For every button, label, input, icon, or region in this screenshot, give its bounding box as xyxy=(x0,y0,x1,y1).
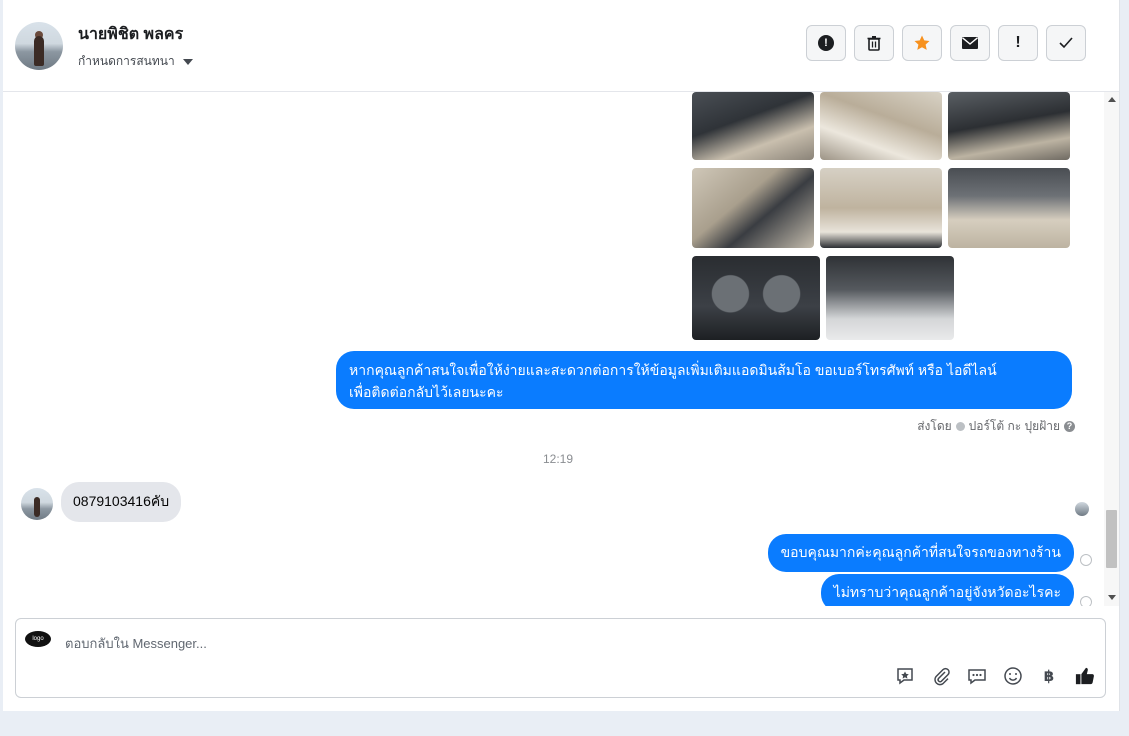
composer-tools: ฿ xyxy=(895,666,1095,686)
avatar-person xyxy=(34,36,44,66)
header-actions: ! ! xyxy=(806,25,1086,61)
thread-scrollbar[interactable] xyxy=(1104,92,1119,606)
sent-by-info: ส่งโดย ปอร์โต้ กะ ปุยฝ้าย ? xyxy=(917,417,1075,436)
outgoing-message[interactable]: ไม่ทราบว่าคุณลูกค้าอยู่จังหวัดอะไรคะ xyxy=(820,574,1074,606)
thumbs-up-icon xyxy=(1075,667,1094,685)
help-icon[interactable]: ? xyxy=(1064,421,1075,432)
chat-button[interactable] xyxy=(967,666,987,686)
sent-by-label: ส่งโดย xyxy=(917,419,952,433)
sender-dot-icon xyxy=(955,422,965,431)
car-photo[interactable] xyxy=(692,168,814,248)
message-text: ไม่ทราบว่าคุณลูกค้าอยู่จังหวัดอะไรคะ xyxy=(833,584,1061,600)
message-text: หากคุณลูกค้าสนใจเพื่อให้ง่ายและสะดวกต่อก… xyxy=(349,362,997,378)
contact-name[interactable]: นายพิชิต พลคร xyxy=(78,22,183,47)
assign-conversation-dropdown[interactable]: กำหนดการสนทนา xyxy=(78,52,193,71)
baht-icon: ฿ xyxy=(1043,668,1055,685)
trash-icon xyxy=(867,36,881,51)
car-photo[interactable] xyxy=(692,256,820,340)
sent-check-icon xyxy=(1080,554,1092,566)
paperclip-icon xyxy=(934,667,950,686)
message-text: ขอบคุณมากค่ะคุณลูกค้าที่สนใจรถของทางร้าน xyxy=(780,544,1061,560)
avatar-person xyxy=(34,497,40,517)
incoming-message[interactable]: 0879103416คับ xyxy=(61,482,182,522)
chat-bubble-icon xyxy=(968,669,986,685)
seen-avatar xyxy=(1075,502,1089,516)
sent-check-icon xyxy=(1080,596,1092,606)
contact-avatar[interactable] xyxy=(15,22,63,70)
car-photo[interactable] xyxy=(948,92,1070,160)
outgoing-message[interactable]: ขอบคุณมากค่ะคุณลูกค้าที่สนใจรถของทางร้าน xyxy=(767,534,1074,572)
assign-label: กำหนดการสนทนา xyxy=(78,54,175,68)
emoji-button[interactable] xyxy=(1003,666,1023,686)
scroll-down-arrow-icon[interactable] xyxy=(1108,595,1116,600)
car-photo[interactable] xyxy=(826,256,954,340)
exclamation-icon: ! xyxy=(1015,34,1021,51)
saved-reply-icon xyxy=(897,668,913,685)
mail-icon xyxy=(962,37,978,49)
payment-button[interactable]: ฿ xyxy=(1039,666,1059,686)
mark-important-button[interactable]: ! xyxy=(998,25,1038,61)
star-button[interactable] xyxy=(902,25,942,61)
mark-unread-button[interactable] xyxy=(950,25,990,61)
contact-avatar-small[interactable] xyxy=(21,488,53,520)
page-logo: logo xyxy=(25,631,51,647)
mark-spam-button[interactable]: ! xyxy=(806,25,846,61)
outgoing-message[interactable]: หากคุณลูกค้าสนใจเพื่อให้ง่ายและสะดวกต่อก… xyxy=(336,351,1072,409)
car-photo[interactable] xyxy=(692,92,814,160)
scroll-thumb[interactable] xyxy=(1106,510,1117,568)
message-timestamp: 12:19 xyxy=(542,452,574,466)
scroll-up-arrow-icon[interactable] xyxy=(1108,97,1116,102)
star-icon xyxy=(914,35,930,50)
saved-reply-button[interactable] xyxy=(895,666,915,686)
attach-button[interactable] xyxy=(931,666,951,686)
conversation-header: นายพิชิต พลคร กำหนดการสนทนา ! ! xyxy=(3,0,1119,92)
car-photo[interactable] xyxy=(948,168,1070,248)
sent-by-name: ปอร์โต้ กะ ปุยฝ้าย xyxy=(968,419,1060,433)
delete-button[interactable] xyxy=(854,25,894,61)
reply-input[interactable]: ตอบกลับใน Messenger... xyxy=(65,633,207,654)
reply-composer[interactable]: logo ตอบกลับใน Messenger... ฿ xyxy=(15,618,1106,698)
car-photo[interactable] xyxy=(820,168,942,248)
message-text-line2: เพื่อติดต่อกลับไว้เลยนะคะ xyxy=(349,384,504,400)
message-thread[interactable]: หากคุณลูกค้าสนใจเพื่อให้ง่ายและสะดวกต่อก… xyxy=(3,92,1103,606)
conversation-panel: นายพิชิต พลคร กำหนดการสนทนา ! ! หากคุณลู… xyxy=(3,0,1120,711)
check-icon xyxy=(1059,37,1073,49)
chevron-down-icon xyxy=(182,58,193,65)
mark-done-button[interactable] xyxy=(1046,25,1086,61)
alert-circle-icon: ! xyxy=(818,35,834,51)
car-photo[interactable] xyxy=(820,92,942,160)
smiley-icon xyxy=(1004,667,1022,685)
like-button[interactable] xyxy=(1075,666,1095,686)
